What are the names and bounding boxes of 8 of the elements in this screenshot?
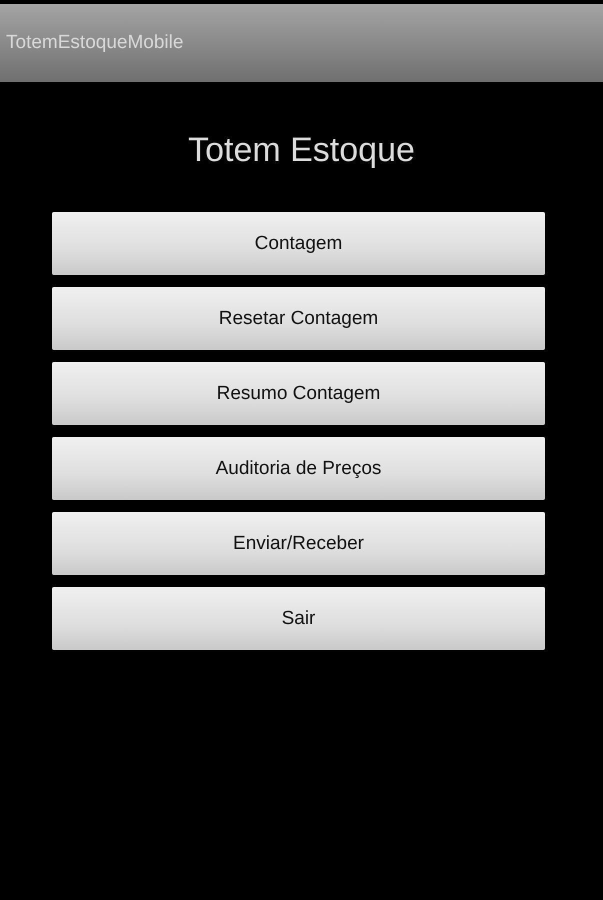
menu-button[interactable]: Enviar/Receber: [52, 512, 545, 575]
menu-button[interactable]: Resumo Contagem: [52, 362, 545, 425]
screen-heading: Totem Estoque: [187, 130, 416, 171]
menu-button[interactable]: Resetar Contagem: [52, 287, 545, 350]
app-title: TotemEstoqueMobile: [6, 32, 184, 54]
menu-button[interactable]: Sair: [52, 587, 545, 650]
menu-button[interactable]: Auditoria de Preços: [52, 437, 545, 500]
menu-button[interactable]: Contagem: [52, 212, 545, 275]
